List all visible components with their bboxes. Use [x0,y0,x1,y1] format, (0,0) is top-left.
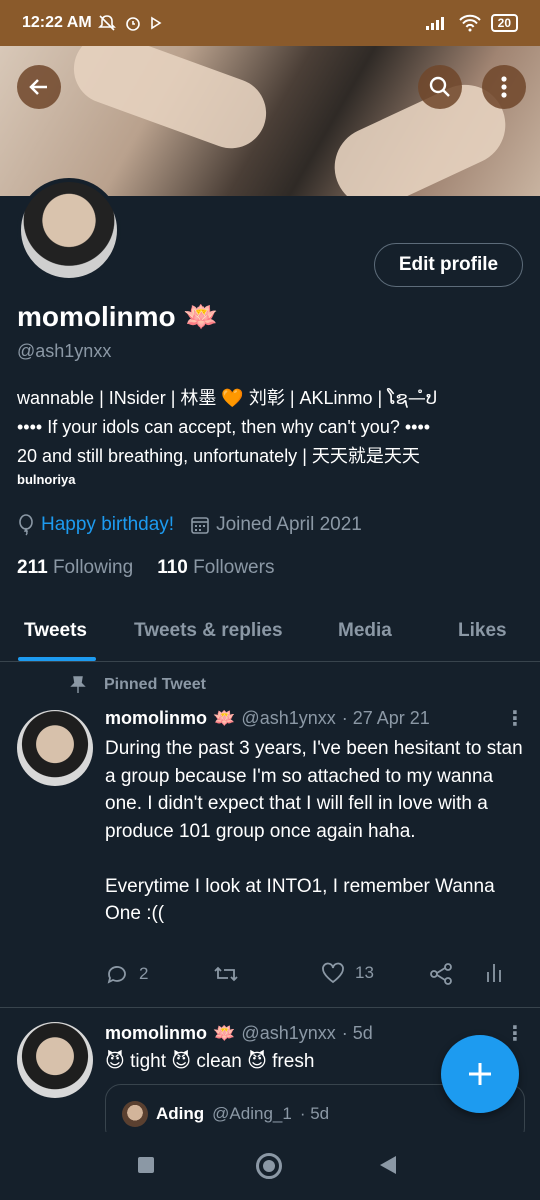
tweet-avatar[interactable] [17,1022,93,1098]
followers-label: Followers [193,557,275,578]
bio-line: 20 and still breathing, unfortunately | … [17,446,420,466]
profile-name-text: momolinmo [17,301,176,332]
follow-stats: 211 Following 110 Followers [17,557,274,579]
followers-link[interactable]: 110 Followers [157,557,274,579]
retweet-button[interactable] [213,962,239,986]
calendar-icon [191,517,209,534]
tweet-avatar[interactable] [17,710,93,786]
tab-likes[interactable]: Likes [458,620,507,642]
tweet-more-button[interactable]: ⋮ [505,1021,525,1046]
home-button[interactable] [256,1153,282,1179]
tweet-time: · 5d [341,1023,373,1043]
quoted-avatar [122,1101,148,1127]
tweet-author-handle: @ash1ynxx [241,1023,336,1043]
tweet-header: momolinmo 🪷 @ash1ynxx · 5d [105,1023,373,1044]
search-icon [429,76,450,97]
more-options-button[interactable] [482,65,526,109]
tweet-author-name[interactable]: momolinmo [105,1023,207,1044]
lotus-emoji: 🪷 [213,708,236,728]
recents-button[interactable] [138,1157,154,1173]
balloon-icon [19,514,33,536]
tab-tweets[interactable]: Tweets [24,620,87,642]
alarm-icon [125,17,140,31]
reply-icon [107,966,126,984]
following-link[interactable]: 211 Following [17,557,133,579]
back-nav-button[interactable] [380,1156,396,1174]
quoted-author-handle: @Ading_1 [212,1104,292,1123]
mute-icon [97,15,116,31]
pinned-label: Pinned Tweet [70,676,206,694]
like-button[interactable]: 13 [321,962,374,984]
back-button[interactable] [17,65,61,109]
pin-icon [70,676,86,693]
banner-hand-left [64,46,276,159]
tweet-header: momolinmo 🪷 @ash1ynxx · 27 Apr 21 [105,708,430,729]
lotus-emoji: 🪷 [183,301,219,332]
lotus-emoji: 🪷 [213,1023,236,1043]
signal-icon [425,17,444,30]
bio-line: wannable | INsider | 林墨 🧡 刘彰 | AKLinmo |… [17,388,438,408]
retweet-icon [214,966,238,982]
birthday-link[interactable]: Happy birthday! [41,514,174,536]
play-icon [150,16,162,30]
active-tab-indicator [18,657,96,661]
tweet-more-button[interactable]: ⋮ [505,706,525,731]
profile-name: momolinmo 🪷 [17,300,218,333]
bio-line: •••• If your idols can accept, then why … [17,417,431,437]
wifi-icon [458,14,481,32]
tab-tweets-replies[interactable]: Tweets & replies [134,620,283,642]
tweet-actions: 2 13 [105,962,525,998]
profile-tabs: Tweets Tweets & replies Media Likes [0,600,540,662]
plus-icon [469,1063,491,1085]
search-button[interactable] [418,65,462,109]
compose-tweet-button[interactable] [441,1035,519,1113]
arrow-left-icon [29,79,47,95]
tweet-author-handle: @ash1ynxx [241,708,336,728]
status-time: 12:22 AM [22,14,92,31]
heart-icon [322,962,344,984]
tweet-author-name[interactable]: momolinmo [105,708,207,729]
like-count: 13 [355,963,374,982]
following-count: 211 [17,557,48,578]
pinned-text: Pinned Tweet [104,676,206,693]
following-label: Following [52,557,134,578]
tweet-divider [0,1007,540,1008]
profile-meta: Happy birthday! Joined April 2021 [17,514,362,536]
reply-count: 2 [139,964,149,983]
quoted-time: · 5d [299,1104,330,1123]
joined-date: Joined April 2021 [216,514,362,535]
followers-count: 110 [157,557,188,578]
profile-handle: @ash1ynxx [17,341,112,361]
edit-profile-button[interactable]: Edit profile [374,243,523,287]
system-nav-bar [0,1132,540,1200]
quoted-author-name: Ading [156,1104,205,1123]
analytics-icon [487,964,501,982]
share-button[interactable] [429,962,453,986]
reply-button[interactable]: 2 [105,962,148,986]
tab-media[interactable]: Media [338,620,392,642]
analytics-button[interactable] [485,962,503,984]
profile-avatar[interactable] [17,178,121,282]
battery-indicator: 20 [490,14,518,32]
status-bar: 12:22 AM 20 [0,0,540,46]
tweet-text: During the past 3 years, I've been hesit… [105,738,523,924]
vertical-dots-icon [501,76,507,98]
share-icon [430,963,452,985]
bio-small-text: bulnoriya [17,472,76,487]
tweet-time: · 27 Apr 21 [341,708,430,728]
profile-banner [0,46,540,196]
profile-bio: wannable | INsider | 林墨 🧡 刘彰 | AKLinmo |… [17,384,527,471]
